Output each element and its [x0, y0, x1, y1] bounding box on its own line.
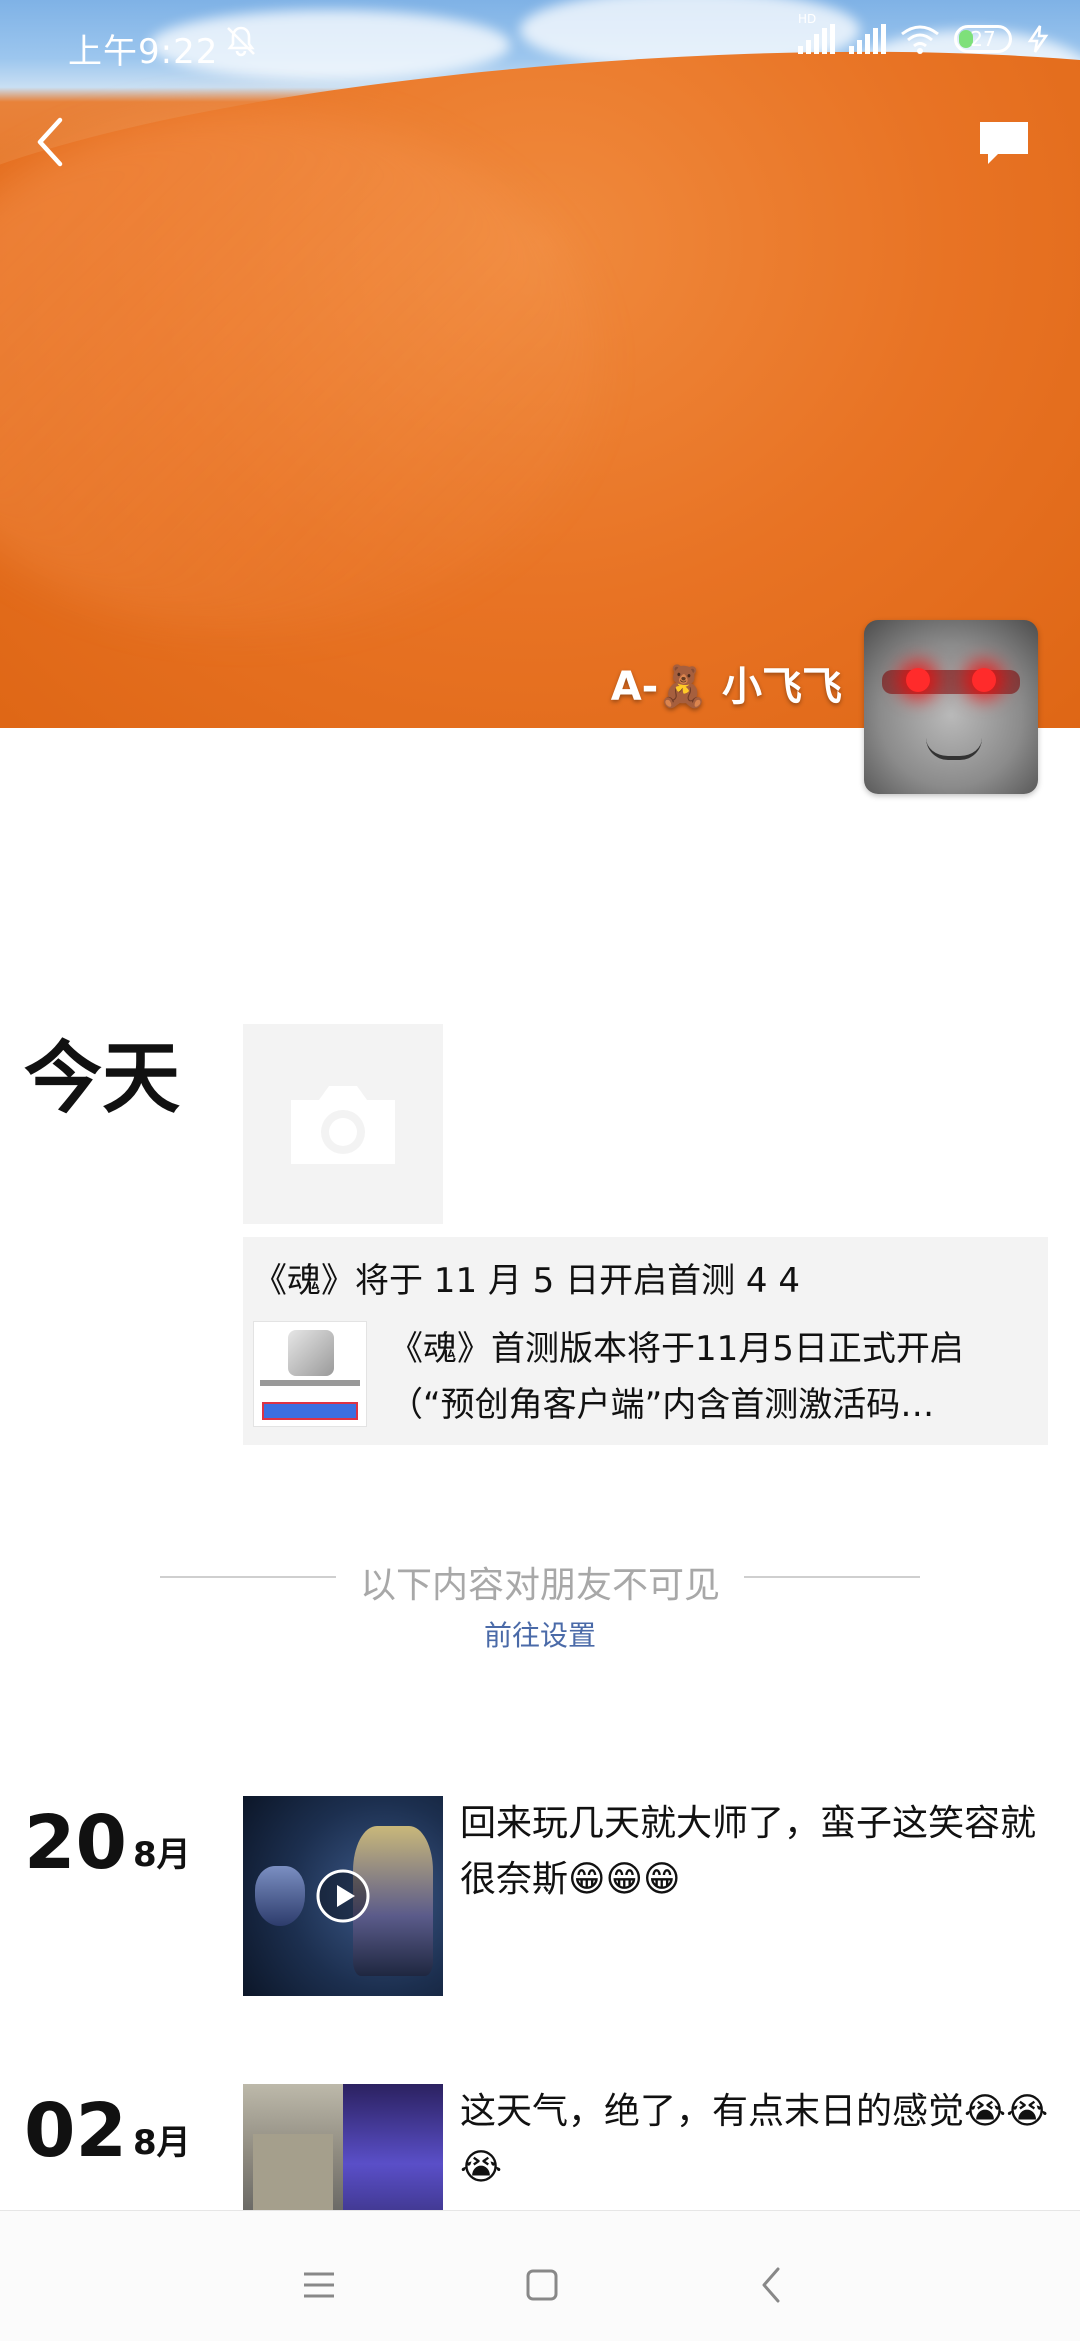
share-description: 《魂》首测版本将于11月5日正式开启（“预创角客户端”内含首测激活码… — [389, 1329, 964, 1425]
privacy-divider-text: 以下内容对朋友不可见 — [359, 1565, 720, 1606]
wifi-icon — [901, 25, 939, 54]
status-indicators: HD 27 — [798, 12, 1050, 54]
post-date-day: 20 — [24, 1800, 127, 1886]
post-text[interactable]: 回来玩几天就大师了，蛮子这笑容就很奈斯😁😁😁 — [460, 1796, 1050, 1908]
post-date-month: 8月 — [132, 2123, 191, 2163]
post-image-thumbnail[interactable] — [243, 2084, 443, 2210]
charging-icon — [1027, 25, 1049, 53]
post-photo-button[interactable] — [243, 1024, 443, 1224]
home-icon[interactable] — [526, 2269, 558, 2301]
camera-icon — [291, 1086, 395, 1164]
signal-hd-icon: HD — [798, 12, 835, 54]
post-text[interactable]: 这天气，绝了，有点末日的感觉😭😭😭 — [460, 2084, 1050, 2196]
menu-icon[interactable] — [302, 2271, 336, 2299]
battery-level: 27 — [970, 27, 996, 51]
privacy-divider: 以下内容对朋友不可见 — [160, 1556, 920, 1606]
system-nav-bar — [0, 2210, 1080, 2341]
nav-back-icon[interactable] — [760, 2267, 782, 2303]
shared-link-card[interactable]: 《魂》将于 11 月 5 日开启首测 4 4 《魂》首测版本将于11月5日正式开… — [243, 1237, 1048, 1445]
bell-muted-icon — [227, 26, 255, 57]
post-video-thumbnail[interactable] — [243, 1796, 443, 1996]
status-time: 上午9:22 — [68, 32, 219, 72]
cover-image[interactable] — [0, 0, 1080, 728]
back-icon[interactable] — [30, 112, 74, 172]
share-thumbnail — [253, 1321, 367, 1427]
signal-icon — [849, 24, 886, 54]
avatar[interactable] — [864, 620, 1038, 794]
post-date-day: 02 — [24, 2088, 127, 2174]
network-label: HD — [798, 12, 817, 26]
share-title: 《魂》将于 11 月 5 日开启首测 4 4 — [253, 1261, 801, 1301]
battery-indicator: 27 — [954, 25, 1012, 53]
message-icon[interactable] — [976, 118, 1032, 168]
post-date-month: 8月 — [132, 1835, 191, 1875]
status-bar: 上午9:22 HD 27 — [0, 0, 1080, 90]
profile-name[interactable]: A-🧸 小飞飞 — [611, 654, 842, 712]
post-date: 20 8月 — [24, 1806, 191, 1880]
today-label: 今天 — [24, 1034, 181, 1124]
go-settings-link[interactable]: 前往设置 — [0, 1614, 1080, 1654]
post-date: 02 8月 — [24, 2094, 191, 2168]
play-icon — [316, 1869, 370, 1923]
